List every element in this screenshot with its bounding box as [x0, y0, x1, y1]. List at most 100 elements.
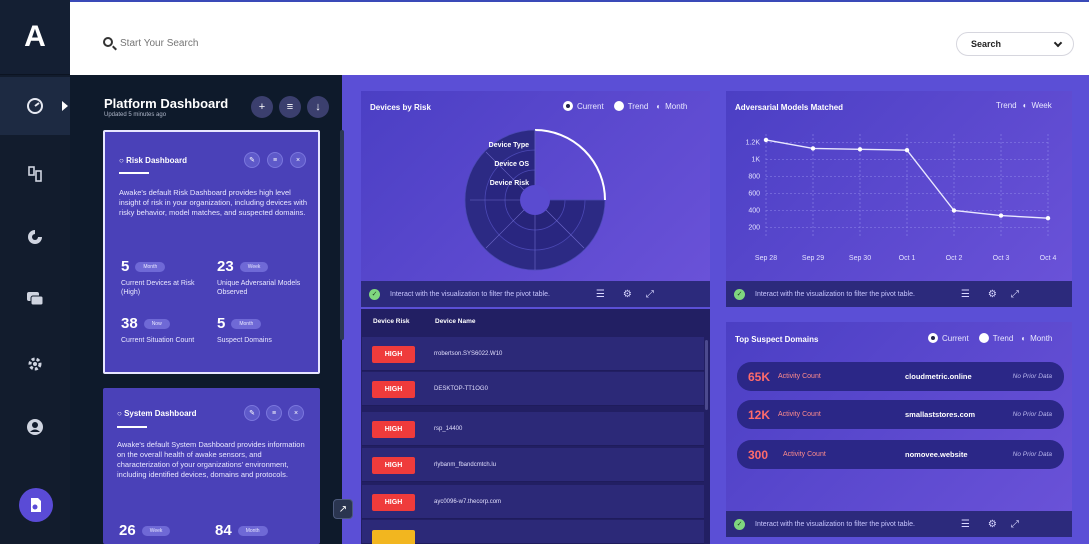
- stat-period-badge: Week: [239, 261, 269, 272]
- domain-activity-count: 12K: [748, 408, 771, 422]
- domain-prior-data: No Prior Data: [1012, 411, 1052, 418]
- gear-icon[interactable]: ⚙: [988, 289, 997, 300]
- card-close-button[interactable]: ×: [290, 152, 306, 168]
- card-edit-button[interactable]: ✎: [244, 152, 260, 168]
- domain-activity-label: Activity Count: [783, 451, 826, 458]
- table-row[interactable]: HIGH ayc0096-w7.thecorp.com: [362, 485, 704, 519]
- report-button[interactable]: [19, 488, 53, 522]
- user-nav-button[interactable]: [0, 398, 70, 456]
- download-icon: ↓: [315, 101, 321, 113]
- search-icon: [103, 37, 113, 47]
- y-tick-label: 400: [748, 208, 760, 215]
- current-label: Current: [942, 333, 969, 343]
- data-point[interactable]: [810, 146, 816, 151]
- adversarial-period-toggle[interactable]: Trend ◐ Week: [996, 101, 1052, 110]
- data-point[interactable]: [763, 137, 769, 143]
- expand-panel-button[interactable]: ↗: [333, 499, 353, 519]
- list-view-icon[interactable]: ☰: [961, 519, 970, 530]
- y-tick-label: 1K: [751, 157, 760, 164]
- sunburst-chart[interactable]: [440, 120, 640, 280]
- list-view-icon[interactable]: ☰: [961, 289, 970, 300]
- device-name: rrobertson.SYS6022.W10: [434, 351, 503, 357]
- data-point[interactable]: [904, 147, 910, 153]
- stat-suspect-domains: 5 Month Suspect Domains: [217, 315, 277, 345]
- data-point[interactable]: [857, 147, 863, 152]
- card-edit-button[interactable]: ✎: [244, 405, 260, 421]
- system-dashboard-card[interactable]: ○ System Dashboard ✎ ≡ × Awake's default…: [103, 388, 320, 544]
- risk-badge: HIGH: [372, 457, 415, 474]
- current-radio-icon[interactable]: [563, 101, 573, 111]
- current-radio-icon[interactable]: [928, 333, 938, 343]
- expand-icon[interactable]: ⤢: [646, 289, 654, 300]
- plus-icon: +: [258, 101, 266, 113]
- table-row[interactable]: HIGH rrobertson.SYS6022.W10: [362, 337, 704, 371]
- app-logo[interactable]: A: [0, 0, 70, 75]
- settings-nav-button[interactable]: [0, 335, 70, 393]
- domain-name: nomovee.website: [905, 450, 968, 459]
- sliders-icon: ≡: [272, 156, 278, 164]
- period-label: Month: [665, 101, 688, 111]
- devices-period-toggle[interactable]: Current Trend ◐ Month: [563, 101, 687, 111]
- data-point[interactable]: [951, 208, 957, 213]
- footer-hint: Interact with the visualization to filte…: [390, 290, 550, 298]
- sliders-icon: ≡: [271, 409, 277, 417]
- column-header-device-risk[interactable]: Device Risk: [373, 318, 410, 325]
- chat-nav-button[interactable]: [0, 270, 70, 328]
- footer-hint: Interact with the visualization to filte…: [755, 520, 915, 528]
- domain-row[interactable]: 12K Activity Count smallaststores.com No…: [737, 400, 1064, 429]
- edit-icon: ✎: [249, 410, 255, 417]
- settings-icon: [28, 357, 42, 371]
- devices-icon: [28, 166, 42, 182]
- panel-scrollbar[interactable]: [340, 130, 344, 340]
- expand-icon[interactable]: ⤢: [1011, 289, 1019, 300]
- adversarial-line-chart[interactable]: 1.2K 1K 800 600 400 200 Sep 28 Sep 29 Sep 30 Oct …: [726, 126, 1072, 276]
- edit-icon: ✎: [249, 157, 255, 164]
- add-dashboard-button[interactable]: +: [251, 96, 273, 118]
- risk-dashboard-card[interactable]: ○ Risk Dashboard ✎ ≡ × Awake's default R…: [103, 130, 320, 374]
- trend-radio-icon[interactable]: [613, 101, 624, 111]
- column-header-device-name[interactable]: Device Name: [435, 318, 475, 325]
- risk-badge: HIGH: [372, 421, 415, 438]
- dashboard-nav-button[interactable]: [0, 77, 70, 135]
- table-row[interactable]: HIGH rsp_14400: [362, 412, 704, 446]
- card-close-button[interactable]: ×: [288, 405, 304, 421]
- trend-radio-icon[interactable]: [978, 333, 989, 343]
- gear-icon[interactable]: ⚙: [988, 519, 997, 530]
- stat-value: 38: [121, 315, 138, 332]
- risk-badge: HIGH: [372, 381, 415, 398]
- data-point[interactable]: [1045, 215, 1051, 221]
- current-label: Current: [577, 101, 604, 111]
- models-nav-button[interactable]: [0, 208, 70, 266]
- domains-period-toggle[interactable]: Current Trend ◐ Month: [928, 333, 1052, 343]
- table-scrollbar[interactable]: [705, 340, 708, 410]
- footer-hint: Interact with the visualization to filte…: [755, 290, 915, 298]
- stat-value: 23: [217, 258, 234, 275]
- trend-label: Trend: [996, 101, 1017, 110]
- search-input[interactable]: [120, 34, 420, 52]
- period-label: Week: [1031, 101, 1052, 110]
- stat-system-week: 26 Week: [119, 522, 171, 540]
- table-row[interactable]: HIGH rlybanm_fbandcmtch.lu: [362, 448, 704, 482]
- devices-nav-button[interactable]: [0, 145, 70, 203]
- data-point[interactable]: [998, 213, 1004, 218]
- list-view-icon[interactable]: ☰: [596, 289, 605, 300]
- table-row[interactable]: [362, 520, 704, 544]
- download-button[interactable]: ↓: [307, 96, 329, 118]
- card-settings-button[interactable]: ≡: [266, 405, 282, 421]
- expand-icon[interactable]: ⤢: [1011, 519, 1019, 530]
- panel-title: Platform Dashboard: [104, 96, 229, 111]
- devices-panel-footer: ✓ Interact with the visualization to fil…: [361, 281, 710, 307]
- domains-title: Top Suspect Domains: [735, 335, 819, 344]
- check-icon: ✓: [369, 288, 380, 300]
- device-name: ayc0096-w7.thecorp.com: [434, 499, 502, 505]
- card-title: ○ System Dashboard: [117, 409, 197, 418]
- domain-activity-count: 300: [748, 448, 769, 462]
- domain-row[interactable]: 65K Activity Count cloudmetric.online No…: [737, 362, 1064, 391]
- card-settings-button[interactable]: ≡: [267, 152, 283, 168]
- filter-button[interactable]: ≡: [279, 96, 301, 118]
- domain-row[interactable]: 300 Activity Count nomovee.website No Pr…: [737, 440, 1064, 469]
- table-row[interactable]: HIGH DESKTOP-TT1OG0: [362, 372, 704, 406]
- calendar-icon: ◐: [656, 101, 662, 111]
- gear-icon[interactable]: ⚙: [623, 289, 632, 300]
- search-scope-select[interactable]: Search: [956, 32, 1074, 56]
